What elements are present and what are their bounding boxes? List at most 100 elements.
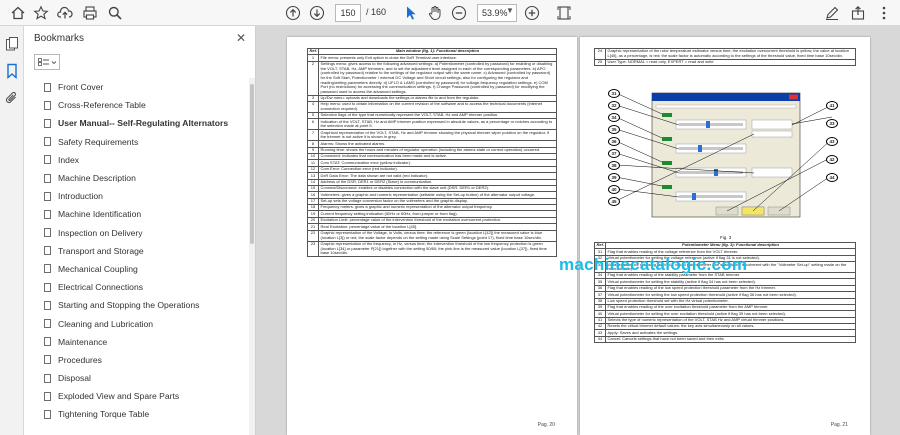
bookmark-label: Mechanical Coupling	[58, 263, 138, 274]
bookmark-item[interactable]: Safety Requirements	[24, 133, 249, 151]
bookmark-label: Starting and Stopping the Operations	[58, 300, 200, 311]
bookmark-item[interactable]: Electrical Connections	[24, 278, 249, 296]
bookmark-item[interactable]: Mechanical Coupling	[24, 260, 249, 278]
bookmark-page-icon	[44, 409, 51, 419]
chevron-down-icon[interactable]: ▼	[506, 6, 514, 15]
zoom-out-icon[interactable]	[449, 3, 469, 23]
bookmark-label: Maintenance	[58, 336, 108, 347]
row-ref: 2	[307, 60, 319, 96]
bookmark-item[interactable]: Introduction	[24, 187, 249, 205]
bookmark-item[interactable]: Cross-Reference Table	[24, 96, 249, 114]
bookmark-options-button[interactable]	[34, 54, 60, 70]
bookmark-page-icon	[44, 191, 51, 201]
table-row: 23 Graphic representation of the frequenc…	[307, 240, 557, 258]
bookmark-page-icon	[44, 155, 51, 165]
bookmark-label: Machine Description	[58, 173, 136, 184]
page-label-right: Pag. 21	[830, 422, 848, 428]
hand-icon[interactable]	[425, 3, 445, 23]
row-ref: 6	[307, 118, 319, 131]
bookmarks-panel: Bookmarks ✕ Front Cover Cross-Reference T…	[24, 26, 256, 435]
scrollbar-thumb[interactable]	[250, 84, 254, 244]
bookmark-page-icon	[44, 82, 51, 92]
bookmark-item[interactable]: Transport and Storage	[24, 242, 249, 260]
bookmark-item[interactable]: User Manual-- Self-Regulating Alternator…	[24, 114, 249, 132]
bookmark-item[interactable]: Machine Identification	[24, 205, 249, 223]
bookmark-page-icon	[44, 173, 51, 183]
row-description: Settings menu: gives access to the follo…	[318, 60, 557, 96]
document-viewer[interactable]: Ref. Main window (fig. 1): Functional de…	[256, 26, 900, 435]
figure-callout: 40	[608, 185, 620, 194]
figure-callout: 32	[608, 101, 620, 110]
bookmark-item[interactable]: Front Cover	[24, 78, 249, 96]
figure-callout: 41	[826, 101, 838, 110]
bookmarks-scrollbar[interactable]	[249, 78, 255, 435]
row-description: Graphic representation of the rotor temp…	[605, 48, 856, 60]
bookmark-item[interactable]: Machine Description	[24, 169, 249, 187]
table-header-ref: Ref.	[594, 241, 606, 250]
row-description: User Type: NORMAL = read only, EXPERT = …	[605, 58, 856, 67]
arrow-down-icon[interactable]	[307, 3, 327, 23]
home-icon[interactable]	[8, 3, 28, 23]
figure-callout: 38	[608, 161, 620, 170]
bookmark-page-icon	[44, 137, 51, 147]
bookmark-item[interactable]: Cleaning and Lubrication	[24, 314, 249, 332]
row-description: Help menu: used to obtain information on…	[318, 101, 557, 114]
pages-icon[interactable]	[4, 36, 20, 52]
row-description: Graphical representation of the VOLT, ST…	[318, 129, 557, 142]
bookmark-label: Cross-Reference Table	[58, 100, 146, 111]
close-icon[interactable]: ✕	[236, 31, 246, 45]
bookmark-label: Electrical Connections	[58, 282, 144, 293]
bookmark-item[interactable]: Exploded View and Spare Parts	[24, 387, 249, 405]
bookmark-page-icon	[44, 118, 51, 128]
bookmark-page-icon	[44, 209, 51, 219]
arrow-up-icon[interactable]	[283, 3, 303, 23]
sign-icon[interactable]	[822, 3, 842, 23]
figure-callout: 34	[608, 113, 620, 122]
bookmark-list: Front Cover Cross-Reference Table User Man…	[24, 78, 249, 435]
more-icon[interactable]	[874, 3, 894, 23]
list-options-icon	[38, 58, 57, 66]
figure-callout: 35	[608, 125, 620, 134]
table-row: 25 User Type: NORMAL = read only, EXPERT …	[594, 58, 856, 67]
table-row: 9 Running time: shows the hours and minut…	[307, 146, 557, 155]
bookmark-label: Inspection on Delivery	[58, 227, 143, 238]
bookmark-item[interactable]: Index	[24, 151, 249, 169]
bookmark-item[interactable]: Disposal	[24, 369, 249, 387]
main-window-table: Ref. Main window (fig. 1): Functional de…	[307, 47, 557, 258]
bookmark-page-icon	[44, 264, 51, 274]
bookmark-page-icon	[44, 391, 51, 401]
bookmark-page-icon	[44, 228, 51, 238]
pdf-page-right: 24 Graphic representation of the rotor te…	[580, 37, 870, 435]
figure-caption: Fig. 3	[720, 235, 732, 240]
bookmark-item[interactable]: Procedures	[24, 351, 249, 369]
figure-callout: 42	[826, 155, 838, 164]
bookmark-label: Machine Identification	[58, 209, 142, 220]
bookmark-page-icon	[44, 300, 51, 310]
cursor-icon[interactable]	[401, 3, 421, 23]
table-row: 2 Settings menu: gives access to the foll…	[307, 60, 557, 96]
print-icon[interactable]	[80, 3, 100, 23]
bookmark-item[interactable]: Starting and Stopping the Operations	[24, 296, 249, 314]
row-description: Graphic representation of the Voltage, i…	[318, 229, 557, 242]
fit-page-icon[interactable]	[554, 3, 574, 23]
search-icon[interactable]	[105, 3, 125, 23]
upload-icon[interactable]	[55, 3, 75, 23]
share-icon[interactable]	[848, 3, 868, 23]
row-ref: 4	[307, 101, 319, 114]
figure-callout: 33	[826, 119, 838, 128]
row-ref: 22	[307, 229, 319, 242]
star-icon[interactable]	[31, 3, 51, 23]
zoom-in-icon[interactable]	[522, 3, 542, 23]
bookmark-item[interactable]: Inspection on Delivery	[24, 224, 249, 242]
page-total: / 160	[366, 7, 387, 17]
bookmark-label: Disposal	[58, 373, 91, 384]
bookmark-label: Cleaning and Lubrication	[58, 318, 154, 329]
table-row: 6 Indication of the VOLT, STAB, Hz and AM…	[307, 118, 557, 131]
attachment-icon[interactable]	[4, 90, 20, 106]
toolbar: 150 / 160 53.9% ▼	[0, 0, 900, 26]
bookmark-item[interactable]: Tightening Torque Table	[24, 405, 249, 423]
bookmark-icon[interactable]	[4, 63, 20, 80]
bookmark-page-icon	[44, 319, 51, 329]
page-number-input[interactable]: 150	[335, 4, 361, 22]
bookmark-item[interactable]: Maintenance	[24, 333, 249, 351]
